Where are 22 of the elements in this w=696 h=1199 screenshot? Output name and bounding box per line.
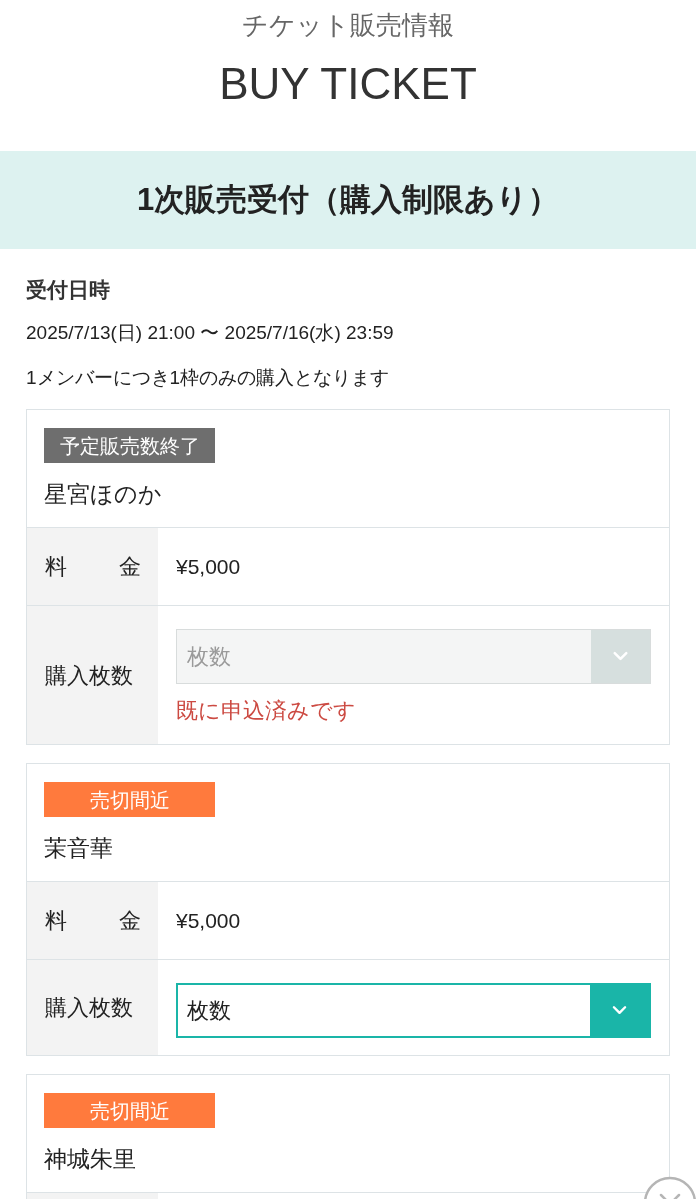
status-badge: 売切間近 [44, 782, 215, 817]
price-label: 料 金 [45, 553, 141, 581]
price-value: ¥5,000 [176, 553, 241, 580]
price-label: 料 金 [45, 907, 141, 935]
status-badge: 売切間近 [44, 1093, 215, 1128]
period-dates: 2025/7/13(日) 21:00 〜 2025/7/16(水) 23:59 [26, 321, 395, 345]
close-icon[interactable] [642, 1175, 696, 1199]
price-value: ¥5,000 [176, 907, 241, 934]
period-heading: 受付日時 [26, 277, 111, 303]
quantity-label: 購入枚数 [45, 661, 134, 690]
banner-title: 1次販売受付（購入制限あり） [136, 180, 560, 219]
quantity-label: 購入枚数 [45, 994, 134, 1022]
quantity-select[interactable]: 枚数 [176, 983, 651, 1038]
member-name: 星宮ほのか [44, 480, 162, 509]
page-subtitle: チケット販売情報 [242, 9, 454, 42]
status-badge: 予定販売数終了 [44, 428, 215, 463]
error-message: 既に申込済みです [176, 697, 357, 725]
member-name: 神城朱里 [44, 1145, 136, 1174]
member-name: 茉音華 [44, 834, 113, 863]
page-title: BUY TICKET [219, 58, 477, 110]
chevron-down-icon[interactable] [590, 985, 649, 1036]
purchase-note: 1メンバーにつき1枠のみの購入となります [26, 366, 391, 390]
